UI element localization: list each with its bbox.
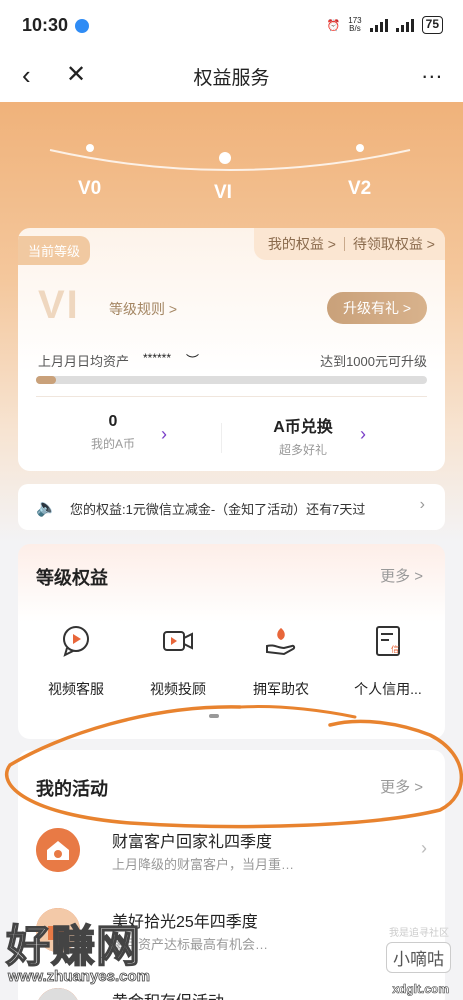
hand-plant-icon [266, 628, 296, 656]
activity-item[interactable]: 美好拾光25年四季度 每月资产达标最高有机会… [36, 908, 427, 968]
more-options-icon[interactable]: ... [422, 58, 443, 84]
benefit-label: 拥军助农 [253, 681, 309, 697]
section-title: 等级权益 [36, 568, 108, 588]
chevron-right-icon[interactable]: › [421, 838, 427, 859]
upgrade-hint: 达到1000元可升级 [320, 354, 427, 369]
status-bar: 10:30 ⏰ 173 B/s 75 [0, 0, 463, 50]
level-rules-link[interactable]: 等级规则 > [109, 299, 177, 319]
activity-name: 财富客户回家礼四季度 [112, 834, 273, 851]
asset-masked-value: ****** [143, 351, 172, 365]
activity-name: 美好拾光25年四季度 [112, 914, 258, 931]
asset-progress-bar [36, 376, 427, 384]
notification-app-icon [75, 19, 89, 33]
level-dot-v1 [219, 152, 231, 164]
chat-video-icon [63, 626, 89, 657]
signal-icon [369, 18, 388, 32]
asset-progress-fill [36, 376, 56, 384]
pending-rights-link[interactable]: 待领取权益 > [353, 234, 435, 254]
benefit-label: 视频客服 [48, 681, 104, 697]
home-gift-icon [36, 828, 80, 872]
status-icons: ⏰ 173 B/s 75 [327, 16, 443, 34]
chevron-right-icon[interactable]: › [420, 496, 425, 514]
video-camera-icon [163, 631, 193, 651]
status-time: 10:30 [22, 15, 69, 35]
benefit-label: 个人信用... [354, 681, 422, 697]
gold-icon [36, 988, 80, 1000]
exchange-subtitle: 超多好礼 [278, 443, 327, 457]
exchange-title: A币兑换 [273, 419, 333, 436]
benefit-video-advisor[interactable]: 视频投顾 [128, 624, 228, 699]
level-label-v2[interactable]: V2 [348, 178, 371, 200]
current-level-badge: VI [38, 283, 80, 327]
divider [36, 396, 427, 397]
rights-notice[interactable]: 🔈 您的权益:1元微信立减金-（金知了活动）还有7天过 › [18, 484, 445, 530]
activity-item[interactable]: 财富客户回家礼四季度 上月降级的财富客户，当月重… › [36, 828, 427, 888]
divider [221, 423, 222, 453]
level-label-v1[interactable]: VI [214, 182, 232, 204]
activity-desc: 上月降级的财富客户，当月重… [112, 857, 295, 872]
divider [343, 237, 345, 251]
activity-name: 黄金积存促活动 [112, 988, 224, 1000]
rights-links: 我的权益 > 待领取权益 > [253, 228, 445, 260]
credit-report-icon: 信 [376, 626, 400, 656]
section-title: 我的活动 [36, 779, 108, 799]
svg-text:信: 信 [391, 644, 399, 654]
benefit-personal-credit[interactable]: 信 个人信用... [338, 624, 438, 699]
scroll-indicator [209, 714, 219, 718]
level-dot-v2 [356, 144, 364, 152]
battery-indicator: 75 [421, 16, 443, 34]
alarm-icon: ⏰ [326, 19, 341, 32]
signal-icon-2 [395, 18, 414, 32]
nav-bar: ‹ ✕ 权益服务 ... [0, 50, 463, 102]
notice-text: 您的权益:1元微信立减金-（金知了活动）还有7天过 [70, 502, 366, 517]
benefit-support-agriculture[interactable]: 拥军助农 [231, 624, 331, 699]
eye-closed-icon[interactable]: ︶ [186, 350, 199, 369]
activity-item[interactable]: 黄金积存促活动 [36, 988, 427, 1000]
chevron-right-icon[interactable]: › [360, 424, 366, 445]
network-speed: 173 B/s [348, 17, 361, 33]
level-benefits-section: 等级权益 更多 > 视频客服 视频投顾 拥军助农 信 个人信用... [18, 544, 445, 739]
asset-label: 上月月日均资产 [38, 354, 130, 369]
activity-desc: 每月资产达标最高有机会… [112, 937, 269, 952]
gift-icon [36, 908, 80, 952]
benefit-label: 视频投顾 [150, 681, 206, 697]
speaker-icon: 🔈 [36, 498, 58, 517]
more-link[interactable]: 更多 > [380, 565, 423, 586]
current-level-tag: 当前等级 [18, 236, 91, 265]
level-label-v0[interactable]: V0 [78, 178, 101, 200]
page-title: 权益服务 [193, 68, 270, 89]
coin-exchange[interactable]: A币兑换 超多好礼 [233, 413, 373, 458]
network-speed-unit: B/s [349, 24, 361, 33]
more-link[interactable]: 更多 > [380, 776, 423, 797]
benefit-video-service[interactable]: 视频客服 [26, 624, 126, 699]
my-rights-link[interactable]: 我的权益 > [268, 234, 336, 254]
my-activities-section: 我的活动 更多 > 财富客户回家礼四季度 上月降级的财富客户，当月重… › 美好… [18, 750, 445, 1000]
chevron-right-icon[interactable]: › [161, 424, 167, 445]
level-card: 当前等级 我的权益 > 待领取权益 > VI 等级规则 > 升级有礼 > 上月月… [18, 228, 445, 471]
upgrade-gift-button[interactable]: 升级有礼 > [327, 292, 427, 324]
level-dot-v0 [86, 144, 94, 152]
